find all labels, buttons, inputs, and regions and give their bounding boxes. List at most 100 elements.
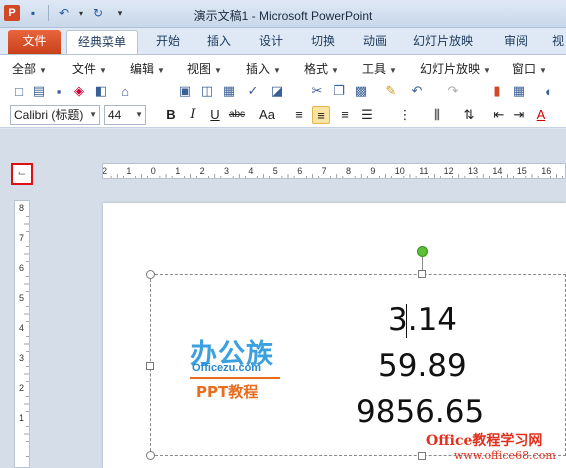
bold-button[interactable]: B [162, 106, 180, 124]
decrease-indent-icon[interactable]: ⇤ [490, 106, 508, 124]
chevron-down-icon: ▼ [99, 66, 107, 75]
italic-button[interactable]: I [184, 106, 202, 124]
slide-sorter-icon[interactable]: ▦ [220, 82, 238, 100]
officezu-logo-url: Officezu.com [192, 362, 262, 374]
menu-all[interactable]: 全部 ▼ [12, 60, 47, 77]
ruler-label: 0 [150, 166, 156, 176]
bullets-icon[interactable]: ⋮ [396, 106, 414, 124]
underline-button[interactable]: U [206, 106, 224, 124]
research-icon[interactable]: ◪ [268, 82, 286, 100]
attach-icon[interactable]: ⌂ [116, 82, 134, 100]
chevron-down-icon: ▼ [157, 66, 165, 75]
chevron-down-icon: ▼ [135, 110, 143, 119]
ribbon-tabs: 文件 经典菜单 开始 插入 设计 切换 动画 幻灯片放映 审阅 视 [0, 28, 566, 54]
chevron-down-icon: ▼ [389, 66, 397, 75]
menu-slideshow[interactable]: 幻灯片放映 ▼ [420, 60, 491, 77]
cut-icon[interactable]: ✂ [308, 82, 326, 100]
menu-label: 文件 [72, 62, 97, 76]
open-folder-icon[interactable]: ▤ [30, 82, 48, 100]
tab-review[interactable]: 审阅 [496, 30, 536, 54]
chevron-down-icon: ▼ [539, 66, 547, 75]
menu-view[interactable]: 视图 ▼ [187, 60, 222, 77]
resize-handle-top-left[interactable] [146, 270, 155, 279]
tab-insert[interactable]: 插入 [199, 30, 239, 54]
undo-icon[interactable]: ↶ [408, 82, 426, 100]
copy-icon[interactable]: ❐ [330, 82, 348, 100]
tab-file[interactable]: 文件 [8, 30, 61, 54]
strikethrough-button[interactable]: abc [228, 106, 246, 124]
text-direction-icon[interactable]: ⇅ [460, 106, 478, 124]
vertical-ruler[interactable]: 8 7 6 5 4 3 2 1 [14, 200, 30, 468]
columns-icon[interactable]: ⫼ [428, 106, 446, 124]
chevron-down-icon: ▼ [331, 66, 339, 75]
menu-tools[interactable]: 工具 ▼ [362, 60, 397, 77]
text-cursor [406, 304, 407, 338]
menu-file[interactable]: 文件 ▼ [72, 60, 107, 77]
align-center-icon[interactable]: ≡ [312, 106, 330, 124]
resize-handle-bottom-left[interactable] [146, 451, 155, 460]
menu-format[interactable]: 格式 ▼ [304, 60, 339, 77]
font-color-icon[interactable]: A [532, 106, 550, 124]
menu-label: 格式 [304, 62, 329, 76]
menu-label: 全部 [12, 62, 37, 76]
tab-classic-menu[interactable]: 经典菜单 [66, 30, 138, 54]
tab-home[interactable]: 开始 [148, 30, 188, 54]
ruler-label: 5 [272, 166, 278, 176]
quick-print-icon[interactable]: ◫ [198, 82, 216, 100]
tab-view[interactable]: 视 [548, 30, 566, 54]
chevron-down-icon: ▼ [39, 66, 47, 75]
tab-stop-selector[interactable]: ⌙ [11, 163, 33, 185]
tab-design[interactable]: 设计 [251, 30, 291, 54]
save-icon[interactable]: ▪ [50, 82, 68, 100]
font-name-select[interactable]: Calibri (标题) ▼ [10, 105, 100, 125]
textbox-line-1[interactable]: 3.14 [388, 302, 457, 338]
format-painter-icon[interactable]: ✎ [382, 82, 400, 100]
resize-handle-left[interactable] [146, 362, 154, 370]
tab-slideshow[interactable]: 幻灯片放映 [408, 30, 478, 54]
menu-label: 插入 [246, 62, 271, 76]
menu-insert[interactable]: 插入 ▼ [246, 60, 281, 77]
change-case-button[interactable]: Aa [256, 106, 278, 124]
menu-edit[interactable]: 编辑 ▼ [130, 60, 165, 77]
textbox-line-3[interactable]: 9856.65 [356, 394, 484, 430]
ruler-label: 6 [19, 263, 25, 273]
ruler-label: 1 [126, 166, 132, 176]
font-size-select[interactable]: 44 ▼ [104, 105, 146, 125]
justify-icon[interactable]: ☰ [358, 106, 376, 124]
ruler-label: 11 [419, 166, 429, 176]
textbox-line-2[interactable]: 59.89 [378, 348, 467, 384]
redo-icon[interactable]: ↷ [444, 82, 462, 100]
menu-label: 视图 [187, 62, 212, 76]
horizontal-ruler[interactable]: 2 1 0 1 2 3 4 5 6 7 8 9 10 11 12 13 14 15 16 [102, 163, 566, 179]
save-pdf-icon[interactable]: ◈ [70, 82, 88, 100]
ruler-label: 9 [370, 166, 376, 176]
menu-label: 工具 [362, 62, 387, 76]
increase-indent-icon[interactable]: ⇥ [510, 106, 528, 124]
menu-window[interactable]: 窗口 ▼ [512, 60, 547, 77]
align-left-icon[interactable]: ≡ [290, 106, 308, 124]
color-scheme-icon[interactable]: ◐ [540, 82, 558, 100]
tab-transitions[interactable]: 切换 [303, 30, 343, 54]
paste-icon[interactable]: ▩ [352, 82, 370, 100]
resize-handle-top[interactable] [418, 270, 426, 278]
print-preview-icon[interactable]: ◧ [92, 82, 110, 100]
standard-toolbar: □ ▤ ▪ ◈ ◧ ⌂ ▣ ◫ ▦ ✓ ◪ ✂ ❐ ▩ ✎ ↶ ↷ ▮ ▦ ◐ [0, 80, 566, 102]
align-right-icon[interactable]: ≡ [336, 106, 354, 124]
rotate-handle[interactable] [417, 246, 428, 257]
ruler-label: 6 [297, 166, 303, 176]
resize-handle-bottom[interactable] [418, 452, 426, 460]
classic-menu-bar: 全部 ▼ 文件 ▼ 编辑 ▼ 视图 ▼ 插入 ▼ 格式 ▼ 工具 ▼ 幻灯片放映 ▼ 窗口 ▼ [0, 54, 566, 80]
spelling-icon[interactable]: ✓ [244, 82, 262, 100]
ruler-label: 14 [492, 166, 503, 176]
ruler-label: 5 [19, 293, 25, 303]
chevron-down-icon: ▼ [214, 66, 222, 75]
chart-icon[interactable]: ▮ [488, 82, 506, 100]
new-document-icon[interactable]: □ [10, 82, 28, 100]
ruler-label: 3 [19, 353, 25, 363]
table-icon[interactable]: ▦ [510, 82, 528, 100]
tab-animations[interactable]: 动画 [355, 30, 395, 54]
menu-label: 窗口 [512, 62, 537, 76]
watermark-title: Office教程学习网 [426, 433, 543, 449]
print-icon[interactable]: ▣ [176, 82, 194, 100]
watermark-url: www.office68.com [454, 449, 556, 462]
